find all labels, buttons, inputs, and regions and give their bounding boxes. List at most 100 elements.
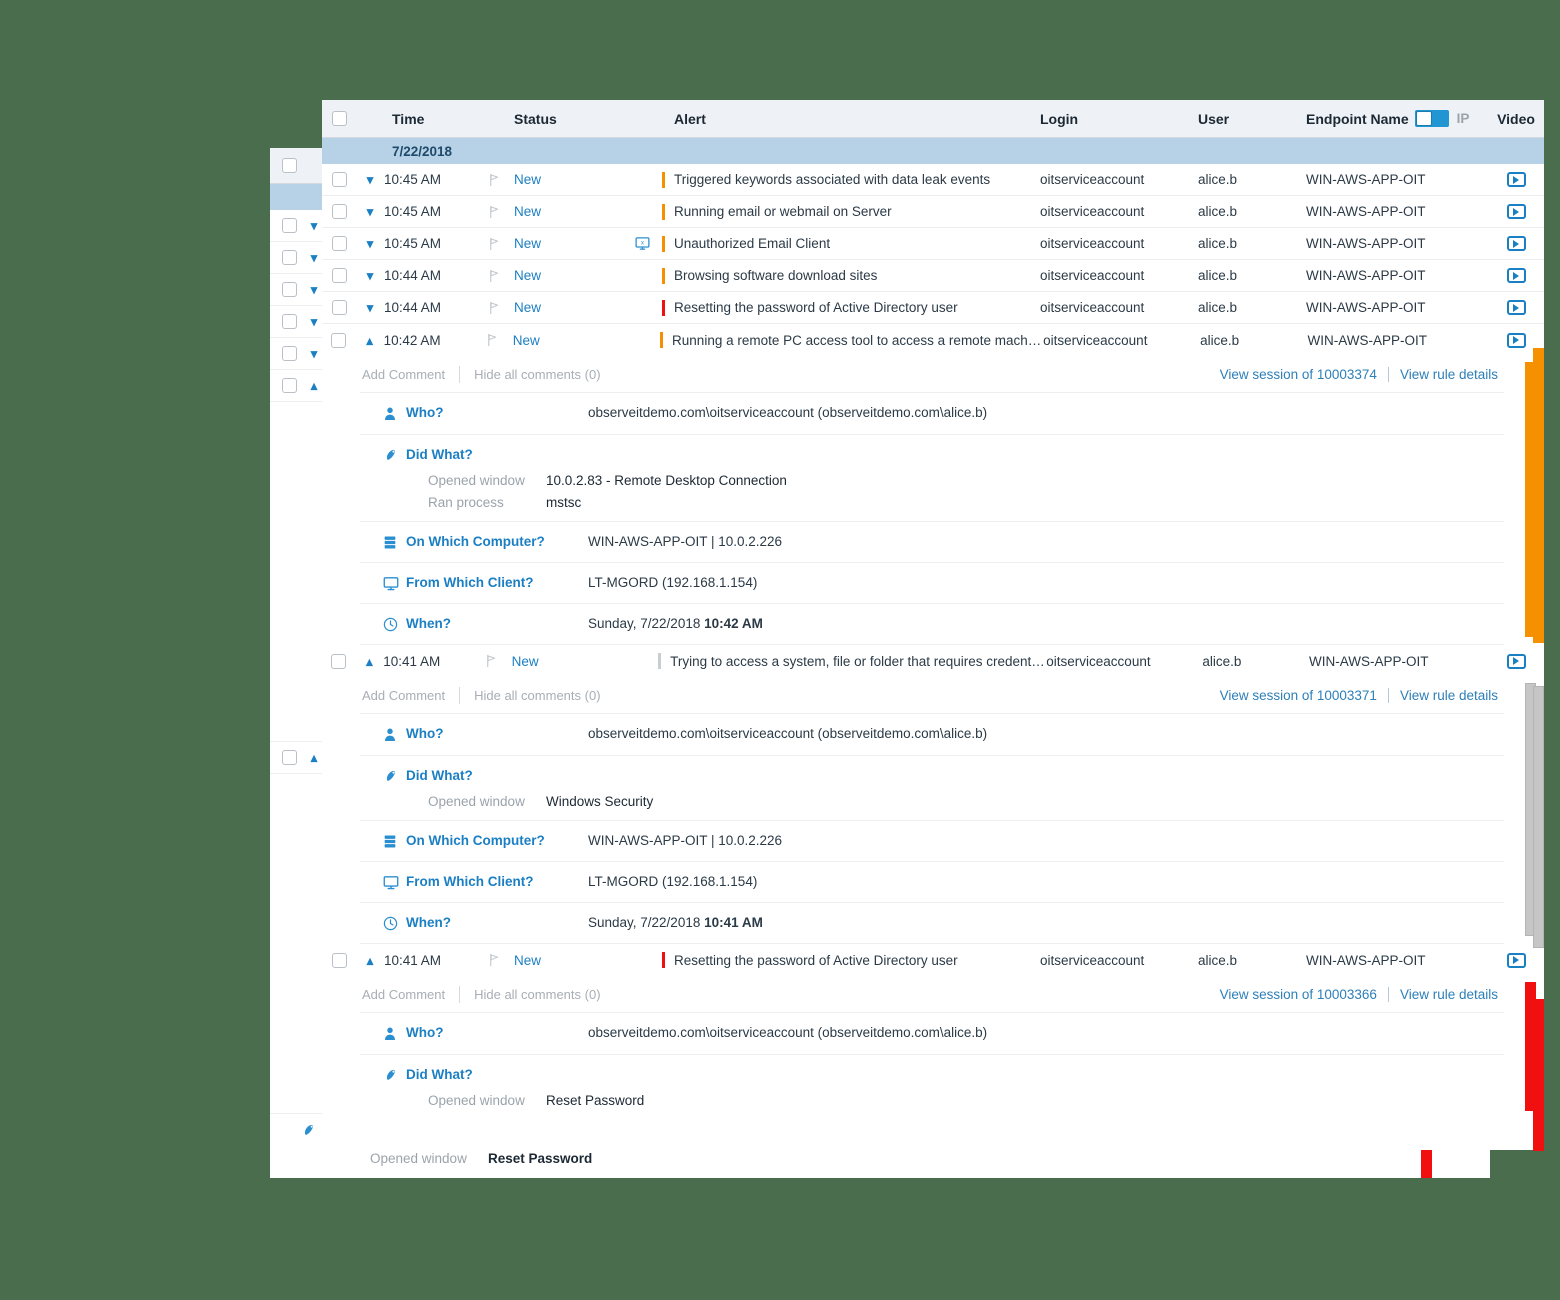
row-checkbox[interactable] [332,953,347,968]
table-row[interactable]: ▴10:42 AMNewRunning a remote PC access t… [322,324,1544,356]
row-flag-cell[interactable] [474,172,514,188]
from-which-client-label: From Which Client? [406,873,588,889]
hide-comments-link[interactable]: Hide all comments (0) [474,367,600,382]
row-status[interactable]: New [514,204,634,219]
chevron-down-icon[interactable]: ▾ [363,237,377,250]
row-expand-cell[interactable]: ▾ [356,205,384,218]
row-expand-cell[interactable]: ▴ [356,334,384,347]
row-status[interactable]: New [513,333,632,348]
row-status[interactable]: New [514,236,634,251]
view-session-link[interactable]: View session of 10003366 [1220,987,1377,1002]
chevron-up-icon[interactable]: ▴ [363,954,377,967]
table-row[interactable]: ▾10:45 AMNewRunning email or webmail on … [322,196,1544,228]
row-checkbox[interactable] [332,204,347,219]
table-row[interactable]: ▴10:41 AMNewTrying to access a system, f… [322,645,1544,677]
row-status[interactable]: New [514,300,634,315]
row-video-cell[interactable] [1488,236,1544,251]
video-play-button[interactable] [1507,654,1526,669]
flag-icon[interactable] [487,268,502,284]
flag-icon[interactable] [487,172,502,188]
row-expand-cell[interactable]: ▾ [356,237,384,250]
row-flag-cell[interactable] [474,952,514,968]
column-header-alert[interactable]: Alert [674,111,706,127]
table-row[interactable]: ▾10:45 AMNewTriggered keywords associate… [322,164,1544,196]
row-video-cell[interactable] [1488,268,1544,283]
chevron-down-icon[interactable]: ▾ [363,301,377,314]
row-endpoint: WIN-AWS-APP-OIT [1306,204,1488,219]
column-header-user[interactable]: User [1198,111,1306,127]
row-expand-cell[interactable]: ▾ [356,269,384,282]
endpoint-ip-toggle[interactable] [1415,110,1449,127]
row-expand-cell[interactable]: ▾ [356,301,384,314]
row-flag-cell[interactable] [473,332,513,348]
chevron-up-icon[interactable]: ▴ [363,334,377,347]
chevron-down-icon[interactable]: ▾ [363,173,377,186]
row-login: oitserviceaccount [1040,172,1198,187]
flag-icon[interactable] [487,204,502,220]
row-video-cell[interactable] [1488,300,1544,315]
table-row[interactable]: ▾10:44 AMNewBrowsing software download s… [322,260,1544,292]
view-rule-details-link[interactable]: View rule details [1400,987,1498,1002]
row-checkbox[interactable] [332,300,347,315]
video-play-button[interactable] [1507,300,1526,315]
row-flag-cell[interactable] [474,236,514,252]
row-flag-cell[interactable] [472,653,512,669]
video-play-button[interactable] [1507,236,1526,251]
add-comment-link[interactable]: Add Comment [362,367,445,382]
row-checkbox[interactable] [332,172,347,187]
video-play-button[interactable] [1507,333,1526,348]
flag-icon[interactable] [487,300,502,316]
chevron-down-icon[interactable]: ▾ [363,269,377,282]
chevron-down-icon: ▾ [307,347,321,360]
video-play-button[interactable] [1507,953,1526,968]
row-time: 10:44 AM [384,268,474,283]
flag-icon[interactable] [485,332,500,348]
row-expand-cell[interactable]: ▴ [356,954,384,967]
row-expand-cell[interactable]: ▴ [356,655,384,668]
row-checkbox[interactable] [331,333,346,348]
video-play-button[interactable] [1507,172,1526,187]
table-row[interactable]: ▾10:44 AMNewResetting the password of Ac… [322,292,1544,324]
hide-comments-link[interactable]: Hide all comments (0) [474,688,600,703]
view-session-link[interactable]: View session of 10003371 [1220,688,1377,703]
row-video-cell[interactable] [1488,204,1544,219]
chevron-up-icon[interactable]: ▴ [362,655,376,668]
row-video-cell[interactable] [1489,654,1544,669]
row-checkbox[interactable] [332,268,347,283]
add-comment-link[interactable]: Add Comment [362,688,445,703]
row-flag-cell[interactable] [474,204,514,220]
view-rule-details-link[interactable]: View rule details [1400,367,1498,382]
column-header-login[interactable]: Login [1040,111,1198,127]
row-video-cell[interactable] [1488,172,1544,187]
row-flag-cell[interactable] [474,300,514,316]
table-row[interactable]: ▴10:41 AMNewResetting the password of Ac… [322,944,1544,976]
row-status[interactable]: New [514,172,634,187]
row-checkbox[interactable] [331,654,346,669]
row-alert-cell: Triggered keywords associated with data … [634,172,1040,188]
hide-comments-link[interactable]: Hide all comments (0) [474,987,600,1002]
row-expand-cell[interactable]: ▾ [356,173,384,186]
view-session-link[interactable]: View session of 10003374 [1220,367,1377,382]
flag-icon[interactable] [487,952,502,968]
video-play-button[interactable] [1507,204,1526,219]
add-comment-link[interactable]: Add Comment [362,987,445,1002]
flag-icon[interactable] [487,236,502,252]
client-icon-cell [360,873,406,891]
column-header-ip[interactable]: IP [1457,111,1470,126]
table-row[interactable]: ▾10:45 AMNewxUnauthorized Email Clientoi… [322,228,1544,260]
row-status[interactable]: New [512,654,631,669]
column-header-endpoint-label[interactable]: Endpoint Name [1306,111,1409,127]
view-rule-details-link[interactable]: View rule details [1400,688,1498,703]
row-checkbox[interactable] [332,236,347,251]
row-video-cell[interactable] [1488,953,1544,968]
column-header-status[interactable]: Status [514,111,634,127]
select-all-checkbox[interactable] [332,111,347,126]
video-play-button[interactable] [1507,268,1526,283]
chevron-down-icon[interactable]: ▾ [363,205,377,218]
row-video-cell[interactable] [1488,333,1544,348]
column-header-time[interactable]: Time [384,111,474,127]
flag-icon[interactable] [484,653,499,669]
row-flag-cell[interactable] [474,268,514,284]
row-status[interactable]: New [514,953,634,968]
row-status[interactable]: New [514,268,634,283]
